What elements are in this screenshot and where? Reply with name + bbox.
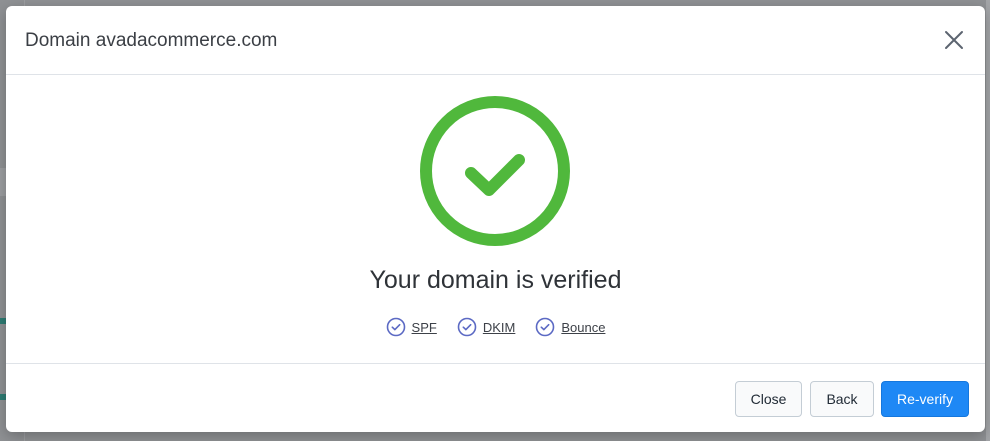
modal-body: Your domain is verified SPF DKIM Bounce bbox=[6, 76, 985, 363]
reverify-button[interactable]: Re-verify bbox=[881, 381, 969, 417]
back-button[interactable]: Back bbox=[810, 381, 874, 417]
modal-footer: Close Back Re-verify bbox=[6, 363, 985, 432]
backdrop-edge bbox=[986, 0, 990, 441]
check-circle-icon bbox=[386, 317, 405, 337]
close-icon[interactable] bbox=[943, 29, 965, 51]
modal-header: Domain avadacommerce.com bbox=[6, 6, 985, 75]
close-button[interactable]: Close bbox=[735, 381, 802, 417]
verification-checks: SPF DKIM Bounce bbox=[6, 317, 985, 337]
modal-title: Domain avadacommerce.com bbox=[25, 30, 278, 51]
domain-verification-modal: Domain avadacommerce.com Your domain is … bbox=[6, 6, 985, 432]
check-dkim[interactable]: DKIM bbox=[457, 317, 516, 337]
check-label-bounce[interactable]: Bounce bbox=[561, 320, 605, 335]
check-spf[interactable]: SPF bbox=[386, 317, 437, 337]
success-check-circle-icon bbox=[419, 95, 571, 247]
check-label-spf[interactable]: SPF bbox=[412, 320, 437, 335]
check-circle-icon bbox=[457, 317, 477, 337]
verified-heading: Your domain is verified bbox=[369, 266, 622, 294]
check-circle-icon bbox=[536, 317, 555, 337]
check-bounce[interactable]: Bounce bbox=[535, 317, 605, 337]
check-label-dkim[interactable]: DKIM bbox=[483, 320, 516, 335]
